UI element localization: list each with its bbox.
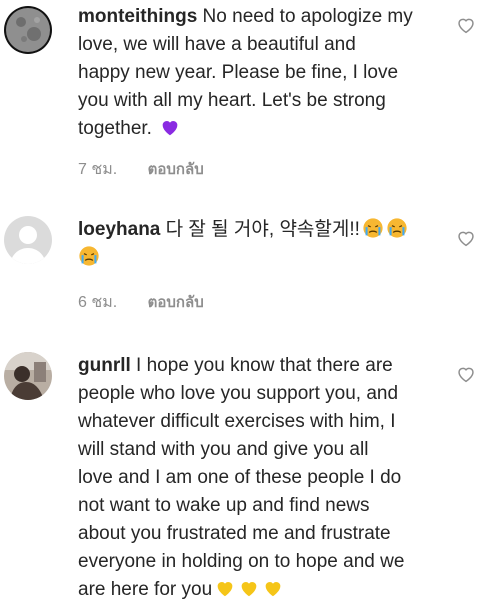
comment-username[interactable]: monteithings xyxy=(78,6,197,27)
comment-timestamp: 6 ชม. xyxy=(78,294,118,311)
crying-face-icon xyxy=(363,218,383,238)
avatar[interactable] xyxy=(4,6,52,54)
comment-timestamp: 7 ชม. xyxy=(78,161,118,178)
moon-avatar-image xyxy=(4,6,52,54)
comment-meta: 6 ชม. ตอบกลับ xyxy=(78,293,204,313)
crying-face-icon xyxy=(387,218,407,238)
comment-text: I hope you know that there are people wh… xyxy=(78,355,405,600)
like-heart-icon[interactable] xyxy=(456,229,476,247)
comment-body: monteithings No need to apologize my lov… xyxy=(78,3,442,143)
comment-text: 다 잘 될 거야, 약속할게!! xyxy=(160,219,360,240)
comment-username[interactable]: gunrll xyxy=(78,355,131,376)
like-heart-icon[interactable] xyxy=(456,16,476,34)
purple-heart-icon xyxy=(162,121,178,136)
comment-username[interactable]: loeyhana xyxy=(78,219,160,240)
avatar[interactable] xyxy=(4,216,52,264)
reply-button[interactable]: ตอบกลับ xyxy=(148,161,204,178)
crying-face-icon xyxy=(79,246,99,266)
like-heart-icon[interactable] xyxy=(456,365,476,383)
default-avatar-image xyxy=(4,216,52,264)
comment-body: gunrll I hope you know that there are pe… xyxy=(78,352,442,604)
avatar[interactable] xyxy=(4,352,52,400)
comment-body: loeyhana 다 잘 될 거야, 약속할게!! xyxy=(78,216,442,272)
comment-meta: 7 ชม. ตอบกลับ xyxy=(78,160,204,180)
photo-avatar-image xyxy=(4,352,52,400)
reply-button[interactable]: ตอบกลับ xyxy=(148,294,204,311)
